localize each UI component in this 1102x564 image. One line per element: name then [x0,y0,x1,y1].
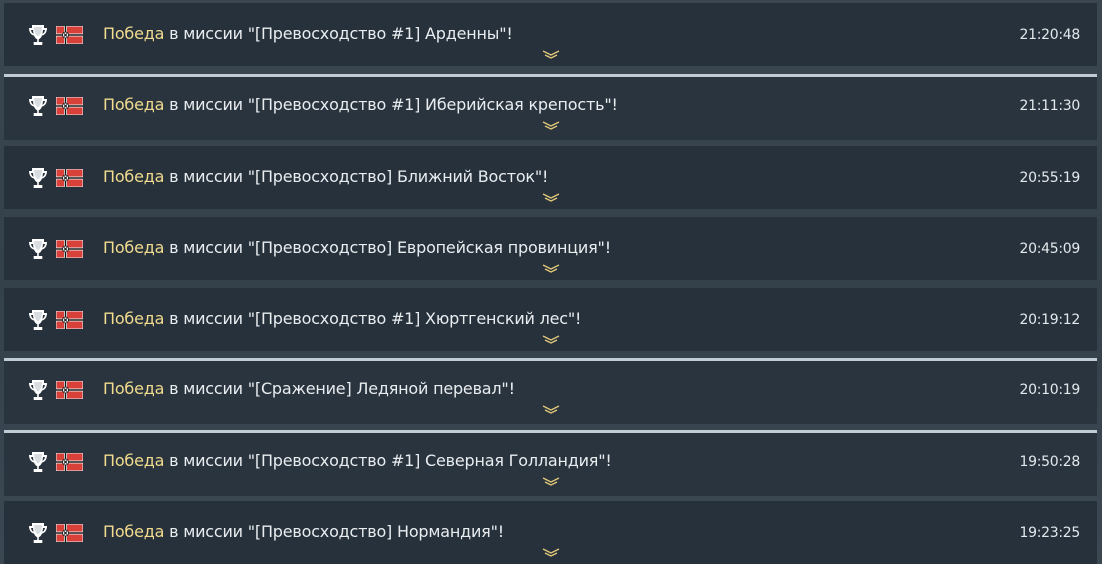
expand-chevron-icon[interactable] [542,121,560,131]
log-entry-row[interactable]: Победа в миссии "[Превосходство #1] Хюрт… [4,288,1097,351]
log-message: Победа в миссии "[Превосходство #1] Хюрт… [103,309,581,329]
log-entry-row[interactable]: Победа в миссии "[Превосходство #1] Арде… [4,3,1097,66]
expand-chevron-icon[interactable] [542,264,560,274]
battle-log: Победа в миссии "[Превосходство #1] Арде… [0,0,1102,564]
log-entry-row[interactable]: Победа в миссии "[Превосходство #1] Ибер… [4,74,1097,140]
mission-text: в миссии "[Превосходство #1] Хюртгенский… [164,309,582,328]
germany-flag-icon [56,381,83,399]
mission-text: в миссии "[Превосходство] Ближний Восток… [164,167,549,186]
victory-label: Победа [103,379,165,398]
trophy-icon [29,96,47,116]
victory-label: Победа [103,451,165,470]
log-timestamp: 21:11:30 [1019,98,1081,114]
mission-text: в миссии "[Превосходство] Нормандия"! [164,522,504,541]
germany-flag-icon [56,26,83,44]
victory-label: Победа [103,24,165,43]
germany-flag-icon [56,240,83,258]
germany-flag-icon [56,453,83,471]
victory-label: Победа [103,95,165,114]
germany-flag-icon [56,169,83,187]
mission-text: в миссии "[Сражение] Ледяной перевал"! [164,379,515,398]
log-timestamp: 20:45:09 [1019,241,1081,257]
log-message: Победа в миссии "[Превосходство] Норманд… [103,522,504,542]
victory-label: Победа [103,522,165,541]
trophy-icon [29,523,47,543]
trophy-icon [29,310,47,330]
mission-text: в миссии "[Превосходство #1] Иберийская … [164,95,618,114]
trophy-icon [29,168,47,188]
expand-chevron-icon[interactable] [542,50,560,60]
victory-label: Победа [103,238,165,257]
expand-chevron-icon[interactable] [542,405,560,415]
trophy-icon [29,239,47,259]
expand-chevron-icon[interactable] [542,193,560,203]
log-timestamp: 19:23:25 [1019,525,1081,541]
log-message: Победа в миссии "[Превосходство] Ближний… [103,167,548,187]
victory-label: Победа [103,309,165,328]
log-timestamp: 20:19:12 [1019,312,1081,328]
log-timestamp: 20:55:19 [1019,170,1081,186]
germany-flag-icon [56,524,83,542]
mission-text: в миссии "[Превосходство #1] Северная Го… [164,451,612,470]
log-message: Победа в миссии "[Сражение] Ледяной пере… [103,379,515,399]
mission-text: в миссии "[Превосходство] Европейская пр… [164,238,611,257]
log-entry-row[interactable]: Победа в миссии "[Сражение] Ледяной пере… [4,358,1097,424]
trophy-icon [29,380,47,400]
log-message: Победа в миссии "[Превосходство #1] Арде… [103,24,513,44]
log-entry-row[interactable]: Победа в миссии "[Превосходство] Ближний… [4,146,1097,209]
log-timestamp: 21:20:48 [1019,27,1081,43]
germany-flag-icon [56,311,83,329]
log-message: Победа в миссии "[Превосходство #1] Севе… [103,451,612,471]
log-timestamp: 19:50:28 [1019,454,1081,470]
log-timestamp: 20:10:19 [1019,382,1081,398]
expand-chevron-icon[interactable] [542,335,560,345]
trophy-icon [29,452,47,472]
mission-text: в миссии "[Превосходство #1] Арденны"! [164,24,513,43]
expand-chevron-icon[interactable] [542,548,560,558]
log-entry-row[interactable]: Победа в миссии "[Превосходство #1] Севе… [4,430,1097,496]
victory-label: Победа [103,167,165,186]
log-message: Победа в миссии "[Превосходство] Европей… [103,238,611,258]
trophy-icon [29,25,47,45]
log-message: Победа в миссии "[Превосходство #1] Ибер… [103,95,618,115]
expand-chevron-icon[interactable] [542,477,560,487]
log-entry-row[interactable]: Победа в миссии "[Превосходство] Европей… [4,217,1097,280]
germany-flag-icon [56,97,83,115]
